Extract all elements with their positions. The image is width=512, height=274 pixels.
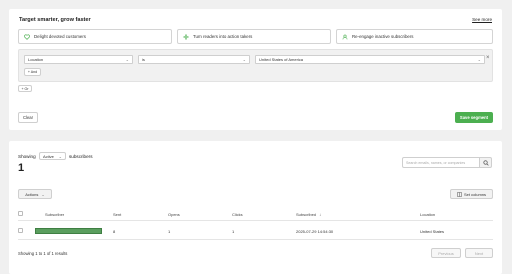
filter-operator-select[interactable]: is ⌄ [138,55,250,64]
row-clicks: 1 [232,229,235,234]
chevron-down-icon: ⌄ [125,57,129,62]
segment-title: Target smarter, grow faster [19,17,91,23]
chevron-down-icon: ⌄ [58,153,62,159]
showing-label: Showing [18,154,36,159]
row-checkbox[interactable] [18,228,23,233]
add-and-button[interactable]: + And [24,68,41,76]
previous-button[interactable]: Previous [431,248,461,258]
row-opens: 1 [168,229,171,234]
filter-value-select[interactable]: United States of America ⌄ [255,55,485,64]
goal-reengage-inactive[interactable]: Re-engage inactive subscribers [336,29,493,44]
columns-icon [457,191,462,197]
filter-field-select[interactable]: Location ⌄ [24,55,133,64]
goal-label: Turn readers into action takers [193,34,253,39]
column-header-sent[interactable]: Sent [113,212,121,217]
row-sent: 8 [113,229,116,234]
set-columns-label: Set columns [463,191,486,197]
refresh-user-icon [342,34,348,39]
actions-label: Actions [25,191,39,197]
search-icon [482,159,489,166]
column-header-location[interactable]: Location [420,212,435,217]
filter-field-value: Location [28,57,44,62]
goal-delight-customers[interactable]: Delight devoted customers [18,29,172,44]
row-divider [18,239,493,240]
filter-group [18,49,493,82]
set-columns-button[interactable]: Set columns [450,189,493,199]
column-header-subscribed-label: Subscribed [296,212,317,217]
actions-button[interactable]: Actions ⌄ [18,189,52,199]
column-header-subscribed[interactable]: Subscribed ↓ [296,212,321,217]
heart-icon [24,33,30,40]
filter-operator-value: is [142,57,145,62]
select-all-checkbox[interactable] [18,211,23,216]
chevron-down-icon: ⌄ [477,57,481,62]
column-header-subscriber[interactable]: Subscriber [45,212,64,217]
add-or-button[interactable]: + Or [18,85,32,92]
clear-button[interactable]: Clear [18,112,38,123]
chevron-down-icon: ⌄ [41,191,45,197]
remove-filter-icon[interactable]: × [486,55,490,61]
segment-builder-card: Target smarter, grow faster See more Del… [9,9,502,130]
row-location: United States [420,229,445,234]
subscribers-label: subscribers [69,154,93,159]
goal-label: Delight devoted customers [34,34,86,39]
see-more-link[interactable]: See more [472,17,492,22]
header-divider [18,220,493,221]
subscriber-count: 1 [18,162,25,174]
redacted-subscriber-email [35,228,102,234]
chevron-down-icon: ⌄ [242,57,246,62]
goal-action-takers[interactable]: Turn readers into action takers [177,29,331,44]
next-button[interactable]: Next [465,248,493,258]
search-input[interactable]: Search emails, names, or companies [402,157,480,168]
status-value: Active [43,153,54,159]
results-summary: Showing 1 to 1 of 1 results [18,251,68,256]
subscribers-card: Showing Active ⌄ subscribers 1 Search em… [9,141,502,274]
search-button[interactable] [479,157,492,168]
status-select[interactable]: Active ⌄ [39,152,66,160]
sparkle-icon [183,33,189,40]
column-header-clicks[interactable]: Clicks [232,212,243,217]
column-header-opens[interactable]: Opens [168,212,180,217]
sort-desc-icon: ↓ [319,212,322,217]
save-segment-button[interactable]: Save segment [455,112,493,123]
goal-label: Re-engage inactive subscribers [352,34,414,39]
row-subscribed: 2025-07-29 14:54:30 [296,229,334,234]
filter-value-text: United States of America [259,57,304,62]
